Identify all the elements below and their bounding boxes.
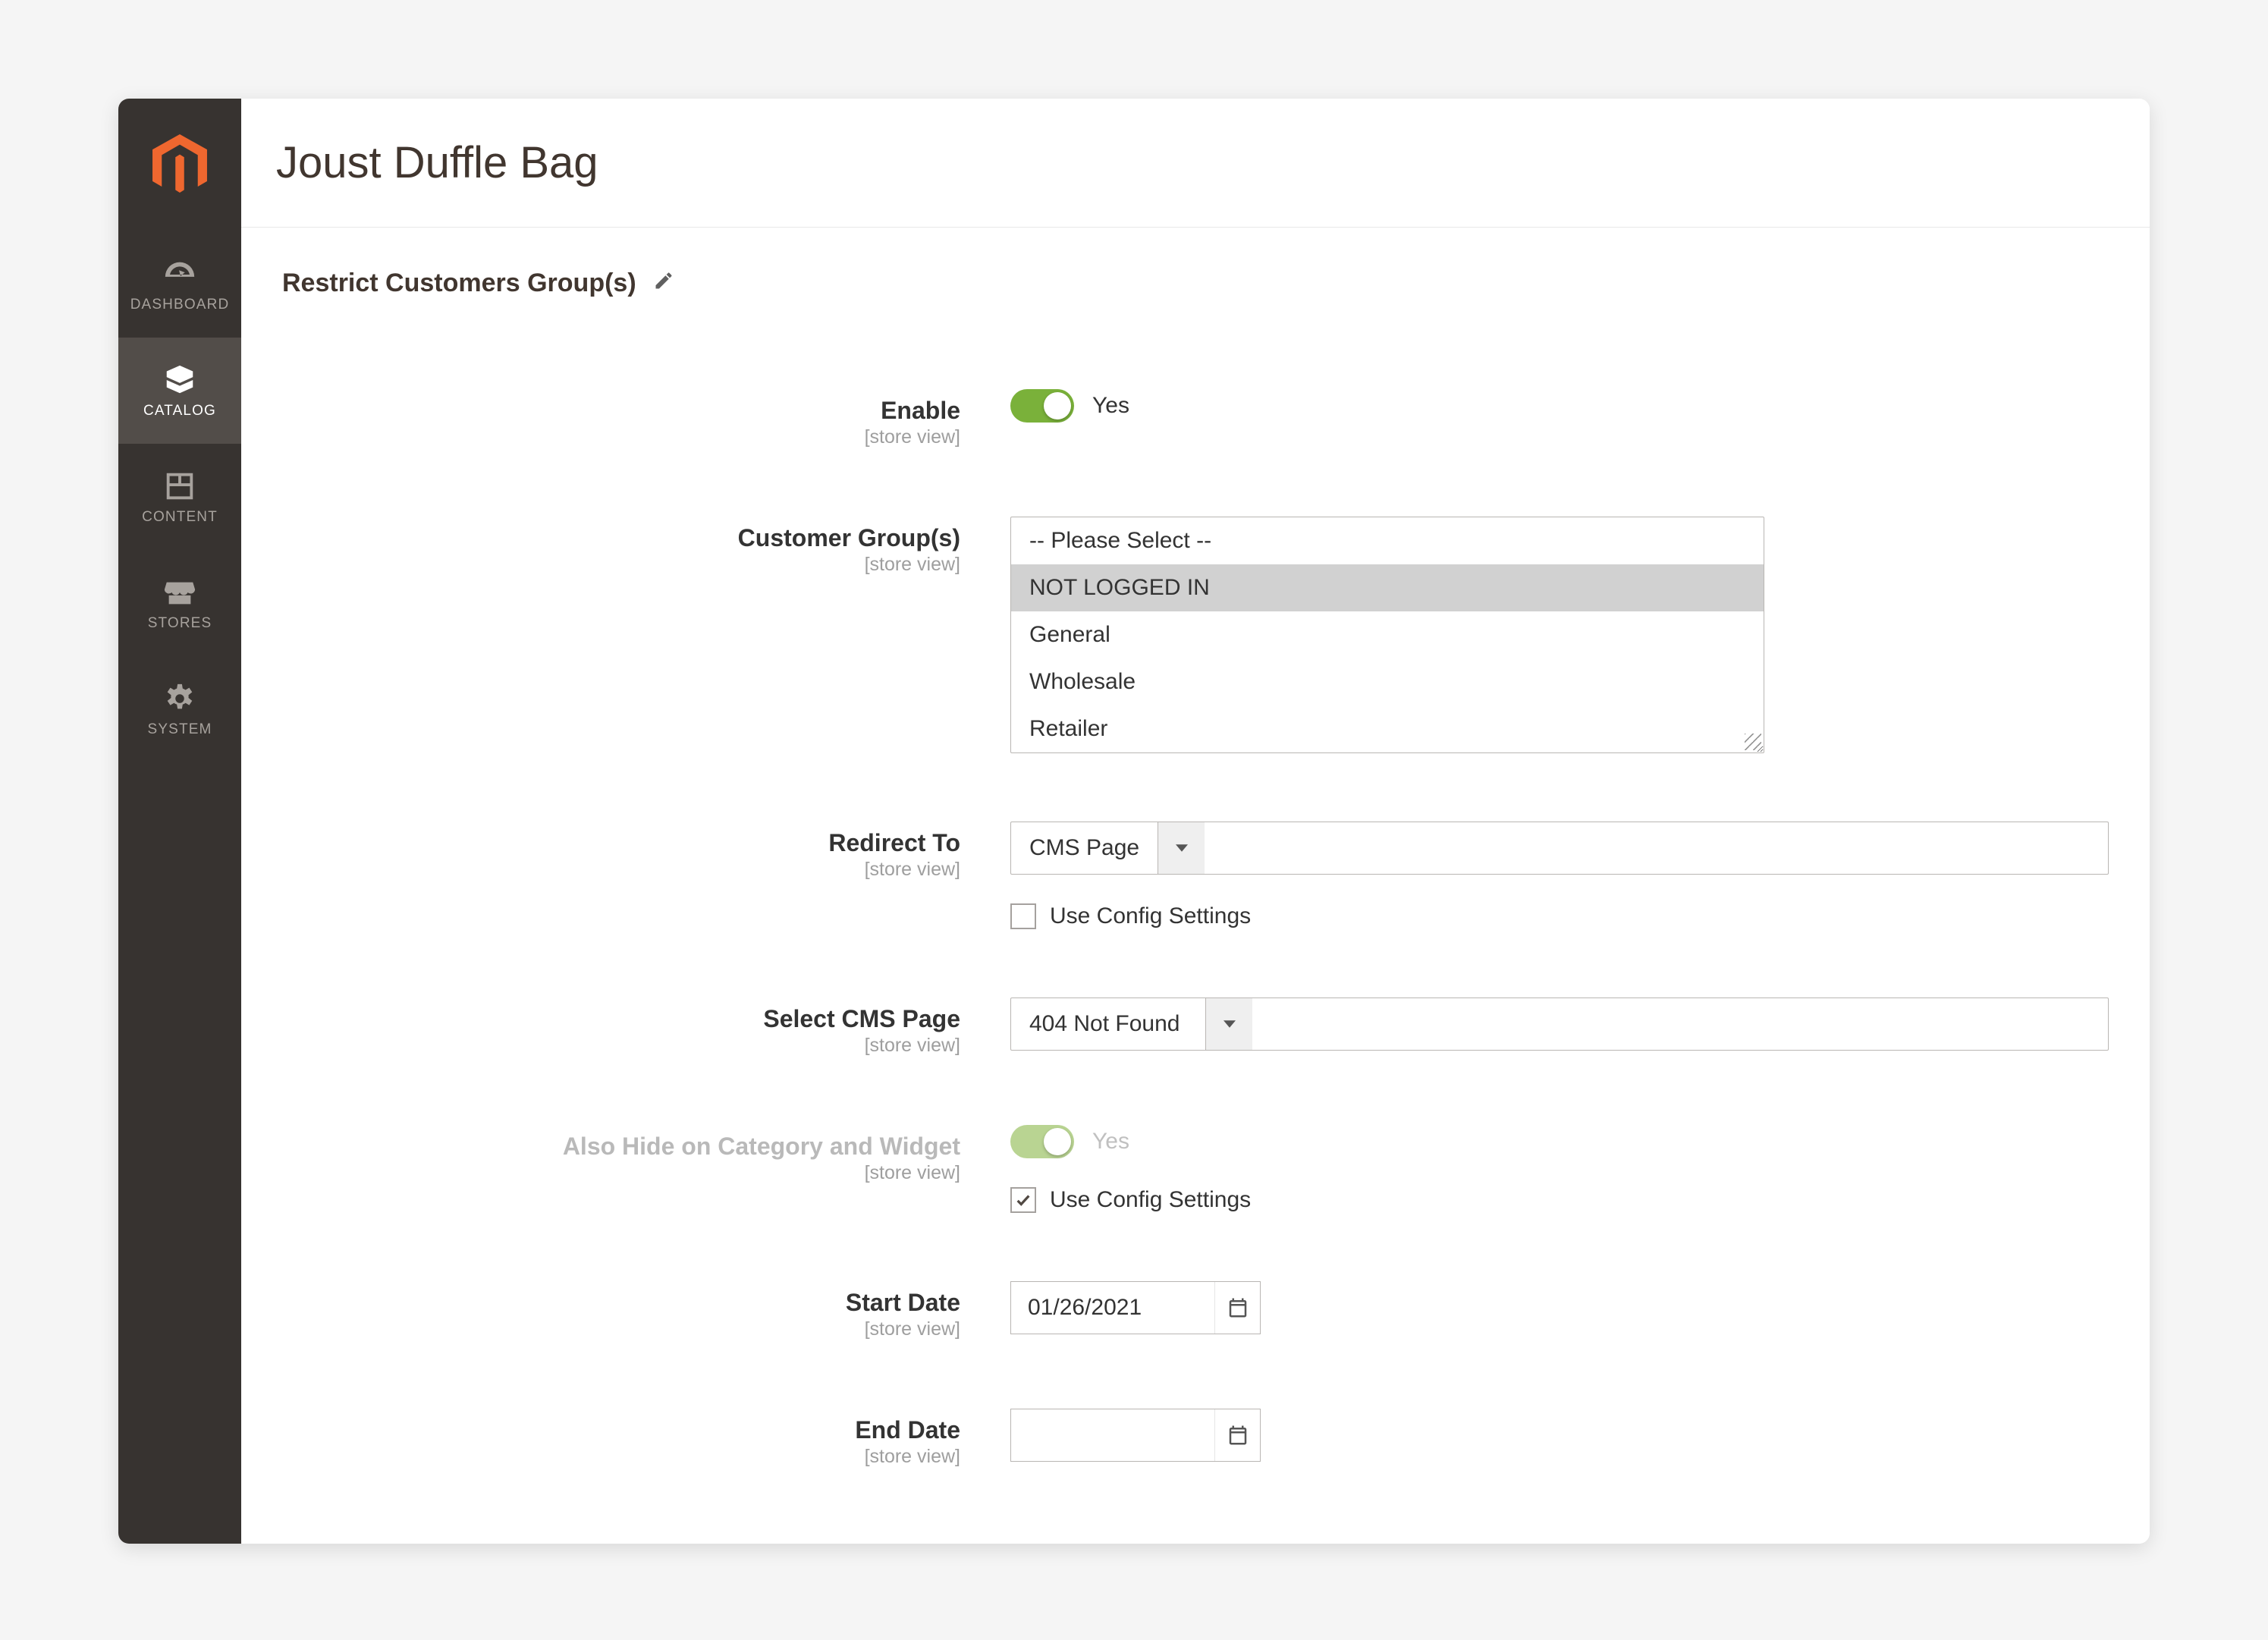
hide-category-use-config-label: Use Config Settings <box>1050 1187 1251 1213</box>
sidebar-item-dashboard[interactable]: DASHBOARD <box>118 231 241 338</box>
admin-window: DASHBOARD CATALOG CONTENT STORES SYSTEM <box>118 99 2150 1544</box>
scope-label: [store view] <box>282 1446 960 1468</box>
sidebar-item-stores[interactable]: STORES <box>118 550 241 656</box>
scope-label: [store view] <box>282 859 960 881</box>
customer-groups-option[interactable]: -- Please Select -- <box>1011 517 1764 564</box>
row-end-date: End Date [store view] <box>282 1409 2109 1468</box>
sidebar-item-content[interactable]: CONTENT <box>118 444 241 550</box>
row-start-date: Start Date [store view] 01/26/2021 <box>282 1281 2109 1340</box>
customer-groups-label: Customer Group(s) <box>282 524 960 552</box>
magento-logo[interactable] <box>118 99 241 231</box>
row-customer-groups: Customer Group(s) [store view] -- Please… <box>282 517 2109 753</box>
select-cms-value: 404 Not Found <box>1011 998 1205 1050</box>
redirect-to-select[interactable]: CMS Page <box>1010 822 2109 875</box>
redirect-to-value: CMS Page <box>1011 822 1158 874</box>
start-date-input[interactable]: 01/26/2021 <box>1010 1281 1261 1334</box>
sidebar-item-system[interactable]: SYSTEM <box>118 656 241 762</box>
customer-groups-option[interactable]: Retailer <box>1011 705 1764 752</box>
customer-groups-option[interactable]: Wholesale <box>1011 658 1764 705</box>
pencil-icon[interactable] <box>653 270 674 297</box>
row-hide-category: Also Hide on Category and Widget [store … <box>282 1125 2109 1213</box>
scope-label: [store view] <box>282 1162 960 1184</box>
hide-category-label: Also Hide on Category and Widget <box>282 1133 960 1161</box>
sidebar-item-catalog[interactable]: CATALOG <box>118 338 241 444</box>
customer-groups-option[interactable]: NOT LOGGED IN <box>1011 564 1764 611</box>
customer-groups-option[interactable]: General <box>1011 611 1764 658</box>
start-date-value: 01/26/2021 <box>1011 1282 1214 1334</box>
sidebar-item-label: DASHBOARD <box>130 297 230 313</box>
redirect-to-label: Redirect To <box>282 829 960 857</box>
hide-category-toggle <box>1010 1125 1074 1158</box>
scope-label: [store view] <box>282 1318 960 1340</box>
section-header[interactable]: Restrict Customers Group(s) <box>282 269 2109 298</box>
select-cms-select[interactable]: 404 Not Found <box>1010 998 2109 1051</box>
redirect-use-config-checkbox[interactable] <box>1010 903 1036 929</box>
calendar-icon[interactable] <box>1214 1282 1260 1334</box>
page-title: Joust Duffle Bag <box>276 137 598 188</box>
enable-label: Enable <box>282 397 960 425</box>
main-panel: Joust Duffle Bag Restrict Customers Grou… <box>241 99 2150 1544</box>
customer-groups-multiselect[interactable]: -- Please Select --NOT LOGGED INGeneralW… <box>1010 517 1764 753</box>
scope-label: [store view] <box>282 1035 960 1057</box>
stores-icon <box>162 574 198 611</box>
content: Restrict Customers Group(s) Enable [stor… <box>241 228 2150 1544</box>
select-cms-label: Select CMS Page <box>282 1005 960 1033</box>
calendar-icon[interactable] <box>1214 1409 1260 1461</box>
sidebar-item-label: CATALOG <box>143 403 216 419</box>
hide-category-use-config-checkbox[interactable] <box>1010 1187 1036 1213</box>
row-select-cms: Select CMS Page [store view] 404 Not Fou… <box>282 998 2109 1057</box>
sidebar-item-label: SYSTEM <box>148 721 212 738</box>
chevron-down-icon <box>1158 822 1205 874</box>
content-icon <box>162 468 198 504</box>
enable-toggle[interactable] <box>1010 389 1074 423</box>
row-enable: Enable [store view] Yes <box>282 389 2109 448</box>
redirect-use-config-label: Use Config Settings <box>1050 903 1251 929</box>
system-icon <box>162 680 198 717</box>
titlebar: Joust Duffle Bag <box>241 99 2150 228</box>
scope-label: [store view] <box>282 426 960 448</box>
end-date-label: End Date <box>282 1416 960 1444</box>
start-date-label: Start Date <box>282 1289 960 1317</box>
end-date-input[interactable] <box>1010 1409 1261 1462</box>
row-redirect-to: Redirect To [store view] CMS Page Use Co… <box>282 822 2109 929</box>
enable-value: Yes <box>1092 393 1129 419</box>
section-title: Restrict Customers Group(s) <box>282 269 636 298</box>
scope-label: [store view] <box>282 554 960 576</box>
catalog-icon <box>162 362 198 398</box>
chevron-down-icon <box>1205 998 1252 1050</box>
admin-sidebar: DASHBOARD CATALOG CONTENT STORES SYSTEM <box>118 99 241 1544</box>
sidebar-item-label: CONTENT <box>142 509 218 526</box>
form: Enable [store view] Yes Customer Group(s… <box>282 389 2109 1468</box>
sidebar-item-label: STORES <box>148 615 212 632</box>
dashboard-icon <box>162 256 198 292</box>
hide-category-value: Yes <box>1092 1129 1129 1155</box>
end-date-value <box>1011 1409 1214 1461</box>
